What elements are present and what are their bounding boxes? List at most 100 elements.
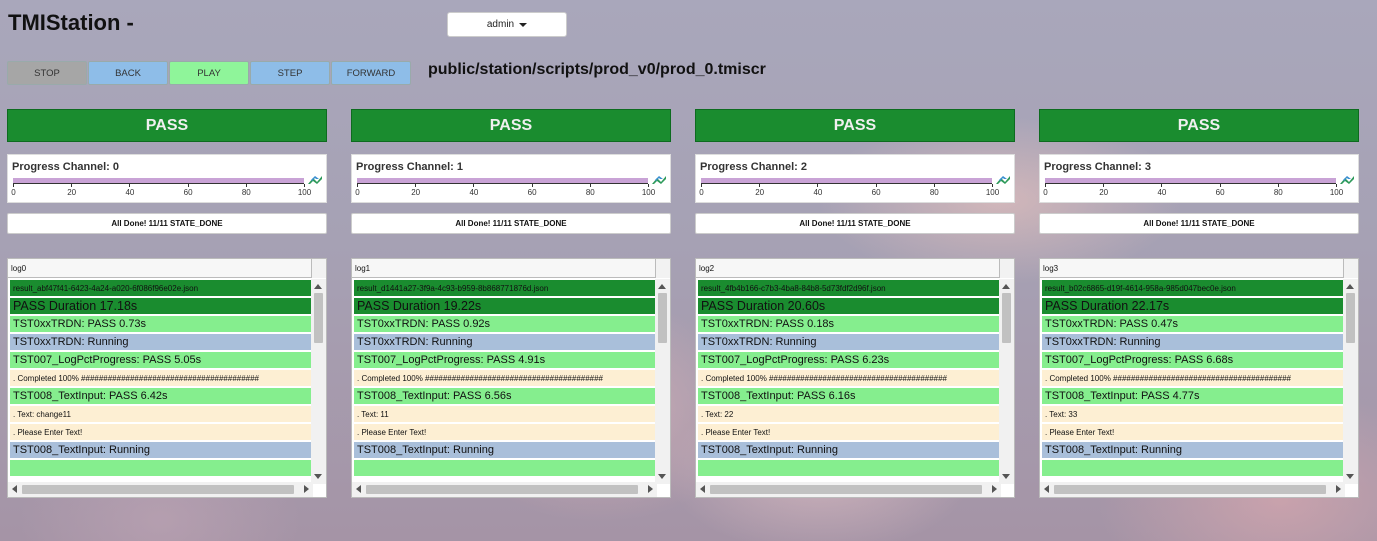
progress-tick-label: 80 xyxy=(1273,188,1283,197)
progress-tick-label: 20 xyxy=(67,188,77,197)
log-list[interactable]: result_4fb4b166-c7b3-4ba8-84b8-5d73fdf2d… xyxy=(696,279,1001,484)
log-header-corner xyxy=(1343,259,1358,278)
log-list[interactable]: result_abf47f41-6423-4a24-a020-6f086f96e… xyxy=(8,279,313,484)
log-line: . Completed 100% #######################… xyxy=(354,370,655,388)
progress-tick-label: 40 xyxy=(1157,188,1167,197)
scrollbar-thumb[interactable] xyxy=(314,293,323,343)
scroll-up-icon[interactable] xyxy=(314,284,322,289)
scroll-right-icon[interactable] xyxy=(304,485,309,493)
scrollbar-thumb[interactable] xyxy=(658,293,667,343)
scroll-up-icon[interactable] xyxy=(658,284,666,289)
progress-bar xyxy=(13,178,304,184)
log-line: TST0xxTRDN: Running xyxy=(10,334,311,352)
progress-bar-fill xyxy=(13,178,304,183)
play-button[interactable]: PLAY xyxy=(169,61,249,85)
scroll-down-icon[interactable] xyxy=(314,474,322,479)
back-button[interactable]: BACK xyxy=(88,61,168,85)
log-panel[interactable]: log0 result_abf47f41-6423-4a24-a020-6f08… xyxy=(7,258,327,498)
progress-bar xyxy=(701,178,992,184)
progress-tick-label: 60 xyxy=(871,188,881,197)
status-banner: PASS xyxy=(695,109,1015,142)
progress-tick xyxy=(473,184,475,187)
scrollbar-thumb[interactable] xyxy=(1054,485,1326,494)
scroll-right-icon[interactable] xyxy=(648,485,653,493)
log-line: TST0xxTRDN: PASS 0.18s xyxy=(698,316,999,334)
log-panel[interactable]: log3 result_b02c6865-d19f-4614-958a-985d… xyxy=(1039,258,1359,498)
log-panel[interactable]: log2 result_4fb4b166-c7b3-4ba8-84b8-5d73… xyxy=(695,258,1015,498)
scrollbar-thumb[interactable] xyxy=(1002,293,1011,343)
scroll-left-icon[interactable] xyxy=(1044,485,1049,493)
vertical-scrollbar[interactable] xyxy=(1343,279,1358,484)
progress-tick xyxy=(1336,184,1337,187)
progress-channel-label: Progress Channel: 0 xyxy=(12,161,119,173)
log-line: PASS Duration 19.22s xyxy=(354,298,655,316)
progress-tick-label: 80 xyxy=(929,188,939,197)
log-list[interactable]: result_d1441a27-3f9a-4c93-b959-8b8687718… xyxy=(352,279,657,484)
log-header: log2 xyxy=(696,259,1014,278)
vertical-scrollbar[interactable] xyxy=(999,279,1014,484)
playback-controls: STOP BACK PLAY STEP FORWARD xyxy=(7,61,411,85)
scroll-down-icon[interactable] xyxy=(1002,474,1010,479)
horizontal-scrollbar[interactable] xyxy=(696,482,1001,497)
state-text: All Done! 11/11 STATE_DONE xyxy=(1039,213,1359,234)
scroll-left-icon[interactable] xyxy=(356,485,361,493)
step-button[interactable]: STEP xyxy=(250,61,330,85)
horizontal-scrollbar[interactable] xyxy=(1040,482,1345,497)
progress-tick-label: 20 xyxy=(1099,188,1109,197)
log-line: . Completed 100% #######################… xyxy=(698,370,999,388)
log-line xyxy=(10,460,311,478)
channel-column: PASS Progress Channel: 3 0 20 40 60 80 100 Al… xyxy=(1039,109,1359,498)
forward-button[interactable]: FORWARD xyxy=(331,61,411,85)
log-title: log0 xyxy=(11,264,27,273)
log-line: result_b02c6865-d19f-4614-958a-985d047be… xyxy=(1042,280,1343,298)
scroll-right-icon[interactable] xyxy=(992,485,997,493)
scroll-up-icon[interactable] xyxy=(1002,284,1010,289)
progress-panel: Progress Channel: 2 0 20 40 60 80 100 xyxy=(695,154,1015,203)
channel-column: PASS Progress Channel: 1 0 20 40 60 80 100 Al… xyxy=(351,109,671,498)
log-line: TST008_TextInput: PASS 4.77s xyxy=(1042,388,1343,406)
scrollbar-thumb[interactable] xyxy=(366,485,638,494)
scroll-up-icon[interactable] xyxy=(1346,284,1354,289)
user-menu-label: admin xyxy=(486,19,515,30)
log-line: TST0xxTRDN: Running xyxy=(698,334,999,352)
log-list[interactable]: result_b02c6865-d19f-4614-958a-985d047be… xyxy=(1040,279,1345,484)
progress-tick xyxy=(817,184,819,187)
log-panel[interactable]: log1 result_d1441a27-3f9a-4c93-b959-8b86… xyxy=(351,258,671,498)
vertical-scrollbar[interactable] xyxy=(311,279,326,484)
scrollbar-thumb[interactable] xyxy=(710,485,982,494)
log-header-corner xyxy=(655,259,670,278)
scroll-down-icon[interactable] xyxy=(1346,474,1354,479)
progress-bar-fill xyxy=(1045,178,1336,183)
stop-button[interactable]: STOP xyxy=(7,61,87,85)
vertical-scrollbar[interactable] xyxy=(655,279,670,484)
progress-tick-label: 20 xyxy=(411,188,421,197)
horizontal-scrollbar[interactable] xyxy=(352,482,657,497)
progress-tick-label: 60 xyxy=(183,188,193,197)
log-line: . Please Enter Text! xyxy=(1042,424,1343,442)
log-line: result_d1441a27-3f9a-4c93-b959-8b8687718… xyxy=(354,280,655,298)
progress-tick-label: 100 xyxy=(985,188,1000,197)
scrollbar-thumb[interactable] xyxy=(1346,293,1355,343)
log-line: TST0xxTRDN: PASS 0.47s xyxy=(1042,316,1343,334)
chart-logo-icon xyxy=(308,176,322,184)
state-text: All Done! 11/11 STATE_DONE xyxy=(7,213,327,234)
progress-tick xyxy=(1045,184,1046,187)
scrollbar-thumb[interactable] xyxy=(22,485,294,494)
horizontal-scrollbar[interactable] xyxy=(8,482,313,497)
scroll-down-icon[interactable] xyxy=(658,474,666,479)
progress-bar-fill xyxy=(701,178,992,183)
log-line: TST008_TextInput: Running xyxy=(354,442,655,460)
log-line: TST008_TextInput: PASS 6.42s xyxy=(10,388,311,406)
scroll-left-icon[interactable] xyxy=(12,485,17,493)
progress-tick xyxy=(1103,184,1105,187)
scroll-right-icon[interactable] xyxy=(1336,485,1341,493)
progress-tick xyxy=(71,184,73,187)
log-line: PASS Duration 17.18s xyxy=(10,298,311,316)
channel-column: PASS Progress Channel: 0 0 20 40 60 80 100 Al… xyxy=(7,109,327,498)
scroll-left-icon[interactable] xyxy=(700,485,705,493)
log-line: TST008_TextInput: Running xyxy=(698,442,999,460)
log-line: result_abf47f41-6423-4a24-a020-6f086f96e… xyxy=(10,280,311,298)
log-line: TST008_TextInput: PASS 6.56s xyxy=(354,388,655,406)
log-line: . Completed 100% #######################… xyxy=(1042,370,1343,388)
user-menu-dropdown[interactable]: admin xyxy=(447,12,567,37)
